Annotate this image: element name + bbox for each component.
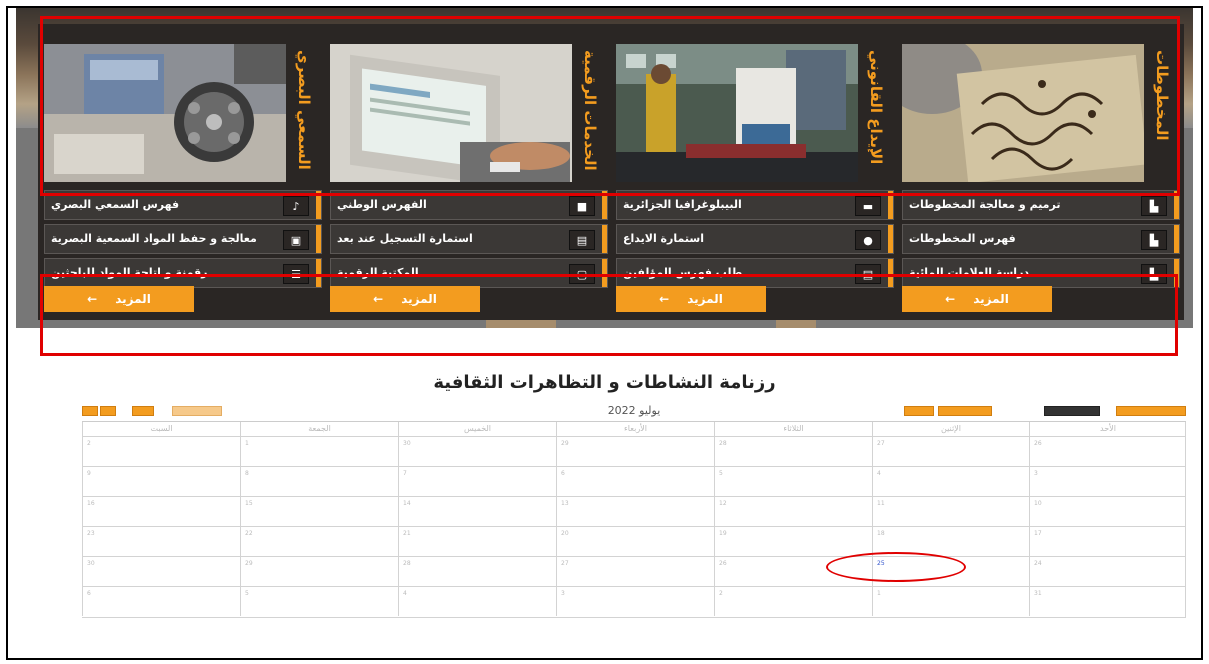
calendar-week-row: 17 18 19 20 21 22 23 [82, 526, 1186, 556]
weekday-label: الأحد [1029, 422, 1186, 436]
agenda-view-button[interactable] [1116, 406, 1186, 416]
calendar-day-cell[interactable]: 28 [398, 557, 556, 586]
calendar-day-cell[interactable]: 27 [556, 557, 714, 586]
calendar-day-cell[interactable]: 30 [398, 437, 556, 466]
calendar-day-cell[interactable]: 23 [82, 527, 240, 556]
calendar-week-row: 31 1 2 3 4 5 6 [82, 586, 1186, 616]
calendar-day-cell[interactable]: 20 [556, 527, 714, 556]
service-link[interactable]: ▙ فهرس المخطوطات [902, 224, 1180, 254]
calendar-day-cell[interactable]: 26 [1029, 437, 1186, 466]
weekday-label: الخميس [398, 422, 556, 436]
form-icon: ▤ [569, 230, 595, 250]
calendar-day-cell[interactable]: 2 [82, 437, 240, 466]
weekday-label: السبت [82, 422, 240, 436]
weekday-label: الإثنين [872, 422, 1029, 436]
calendar-day-cell[interactable]: 22 [240, 527, 398, 556]
weekday-label: الثلاثاء [714, 422, 872, 436]
weekday-label: الأربعاء [556, 422, 714, 436]
calendar-day-cell[interactable]: 1 [872, 587, 1029, 616]
list-view-button[interactable] [904, 406, 934, 416]
calendar-day-cell[interactable]: 16 [82, 497, 240, 526]
service-link-label: استمارة الايداع [623, 232, 704, 245]
calendar-day-cell[interactable]: 4 [398, 587, 556, 616]
calendar-day-cell[interactable]: 30 [82, 557, 240, 586]
calendar-day-cell[interactable]: 6 [82, 587, 240, 616]
calendar-day-cell[interactable]: 2 [714, 587, 872, 616]
calendar-week-row: 3456789 [82, 466, 1186, 496]
calendar-grid: السبت الجمعة الخميس الأربعاء الثلاثاء ال… [82, 421, 1186, 618]
calendar-toolbar: يوليو 2022 [82, 404, 1186, 420]
calendar-day-cell[interactable]: 4 [872, 467, 1029, 496]
calendar-day-cell[interactable]: 7 [398, 467, 556, 496]
service-link-label: فهرس المخطوطات [909, 232, 1016, 245]
calendar-day-cell[interactable]: 3 [556, 587, 714, 616]
weekday-header: السبت الجمعة الخميس الأربعاء الثلاثاء ال… [82, 422, 1186, 436]
calendar-week-row: 10 11 12 13 14 15 16 [82, 496, 1186, 526]
calendar-day-cell[interactable]: 11 [872, 497, 1029, 526]
calendar-day-cell[interactable]: 31 [1029, 587, 1186, 616]
annotation-circle [826, 552, 966, 582]
scroll-icon: ▙ [1141, 196, 1167, 216]
calendar-day-cell[interactable]: 19 [714, 527, 872, 556]
calendar-day-cell[interactable]: 6 [556, 467, 714, 496]
book-icon: ▬ [855, 196, 881, 216]
calendar-day-cell[interactable]: 28 [714, 437, 872, 466]
calendar-day-cell[interactable]: 15 [240, 497, 398, 526]
annotation-box [40, 274, 1178, 356]
calendar-week-row: 26 27 28 29 30 1 2 [82, 436, 1186, 466]
calendar-day-cell[interactable]: 14 [398, 497, 556, 526]
calendar-week-row: 24 25 26 27 28 29 30 [82, 556, 1186, 586]
calendar-day-cell[interactable]: 24 [1029, 557, 1186, 586]
month-view-button[interactable] [1044, 406, 1100, 416]
service-link[interactable]: ▤ استمارة التسجيل عند بعد [330, 224, 608, 254]
calendar-day-cell[interactable]: 10 [1029, 497, 1186, 526]
calendar-month: يوليو 2022 [607, 404, 661, 417]
service-link[interactable]: ● استمارة الايداع [616, 224, 894, 254]
weekday-label: الجمعة [240, 422, 398, 436]
calendar-day-cell[interactable]: 29 [240, 557, 398, 586]
calendar-day-cell[interactable]: 5 [240, 587, 398, 616]
calendar-day-cell[interactable]: 12 [714, 497, 872, 526]
calendar-day-cell[interactable]: 1 [240, 437, 398, 466]
calendar-day-cell[interactable]: 8 [240, 467, 398, 496]
save-icon: ■ [569, 196, 595, 216]
calendar-day-cell[interactable]: 13 [556, 497, 714, 526]
user-card-icon: ● [855, 230, 881, 250]
media-library-icon: ▣ [283, 230, 309, 250]
calendar-day-cell[interactable]: 9 [82, 467, 240, 496]
calendar-day-cell[interactable]: 3 [1029, 467, 1186, 496]
calendar-day-cell[interactable]: 21 [398, 527, 556, 556]
calendar-day-cell[interactable]: 27 [872, 437, 1029, 466]
calendar-day-cell[interactable]: 17 [1029, 527, 1186, 556]
calendar-day-cell[interactable]: 5 [714, 467, 872, 496]
service-link[interactable]: ▣ معالجة و حفظ المواد السمعية البصرية [44, 224, 322, 254]
calendar-day-cell[interactable]: 29 [556, 437, 714, 466]
calendar-title: رزنامة النشاطات و التظاهرات الثقافية [433, 372, 776, 393]
scroll-icon: ▙ [1141, 230, 1167, 250]
service-link-label: استمارة التسجيل عند بعد [337, 232, 473, 245]
week-view-button[interactable] [938, 406, 992, 416]
annotation-box [40, 16, 1180, 196]
audio-file-icon: ♪ [283, 196, 309, 216]
service-link-label: معالجة و حفظ المواد السمعية البصرية [51, 232, 257, 245]
